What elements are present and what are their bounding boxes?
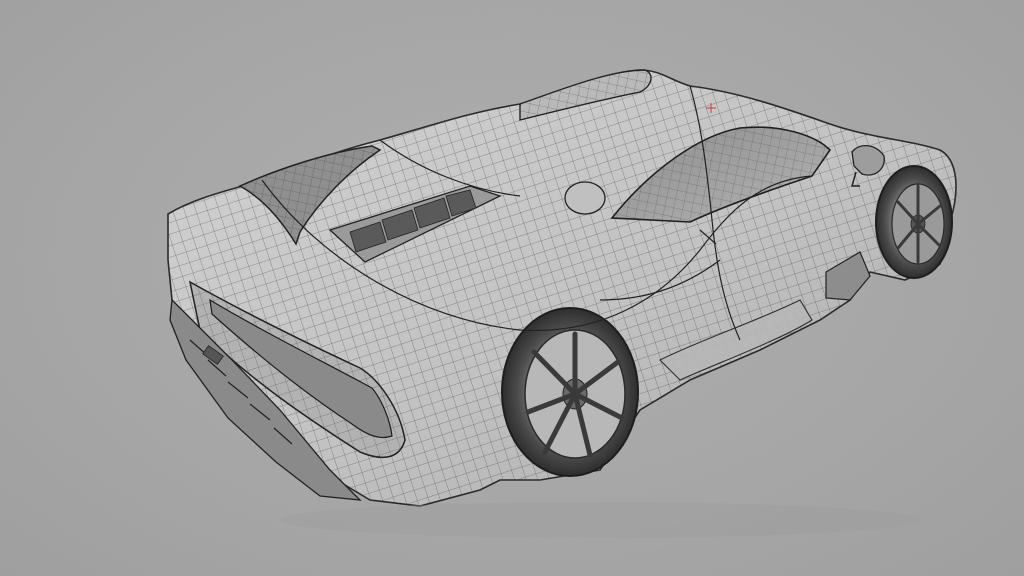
car-wireframe-model[interactable] xyxy=(0,0,1024,576)
rear-wheel xyxy=(501,307,639,477)
3d-viewport[interactable] xyxy=(0,0,1024,576)
front-wheel xyxy=(875,165,953,279)
fuel-cap xyxy=(564,181,606,215)
ground-shadow xyxy=(280,502,920,538)
